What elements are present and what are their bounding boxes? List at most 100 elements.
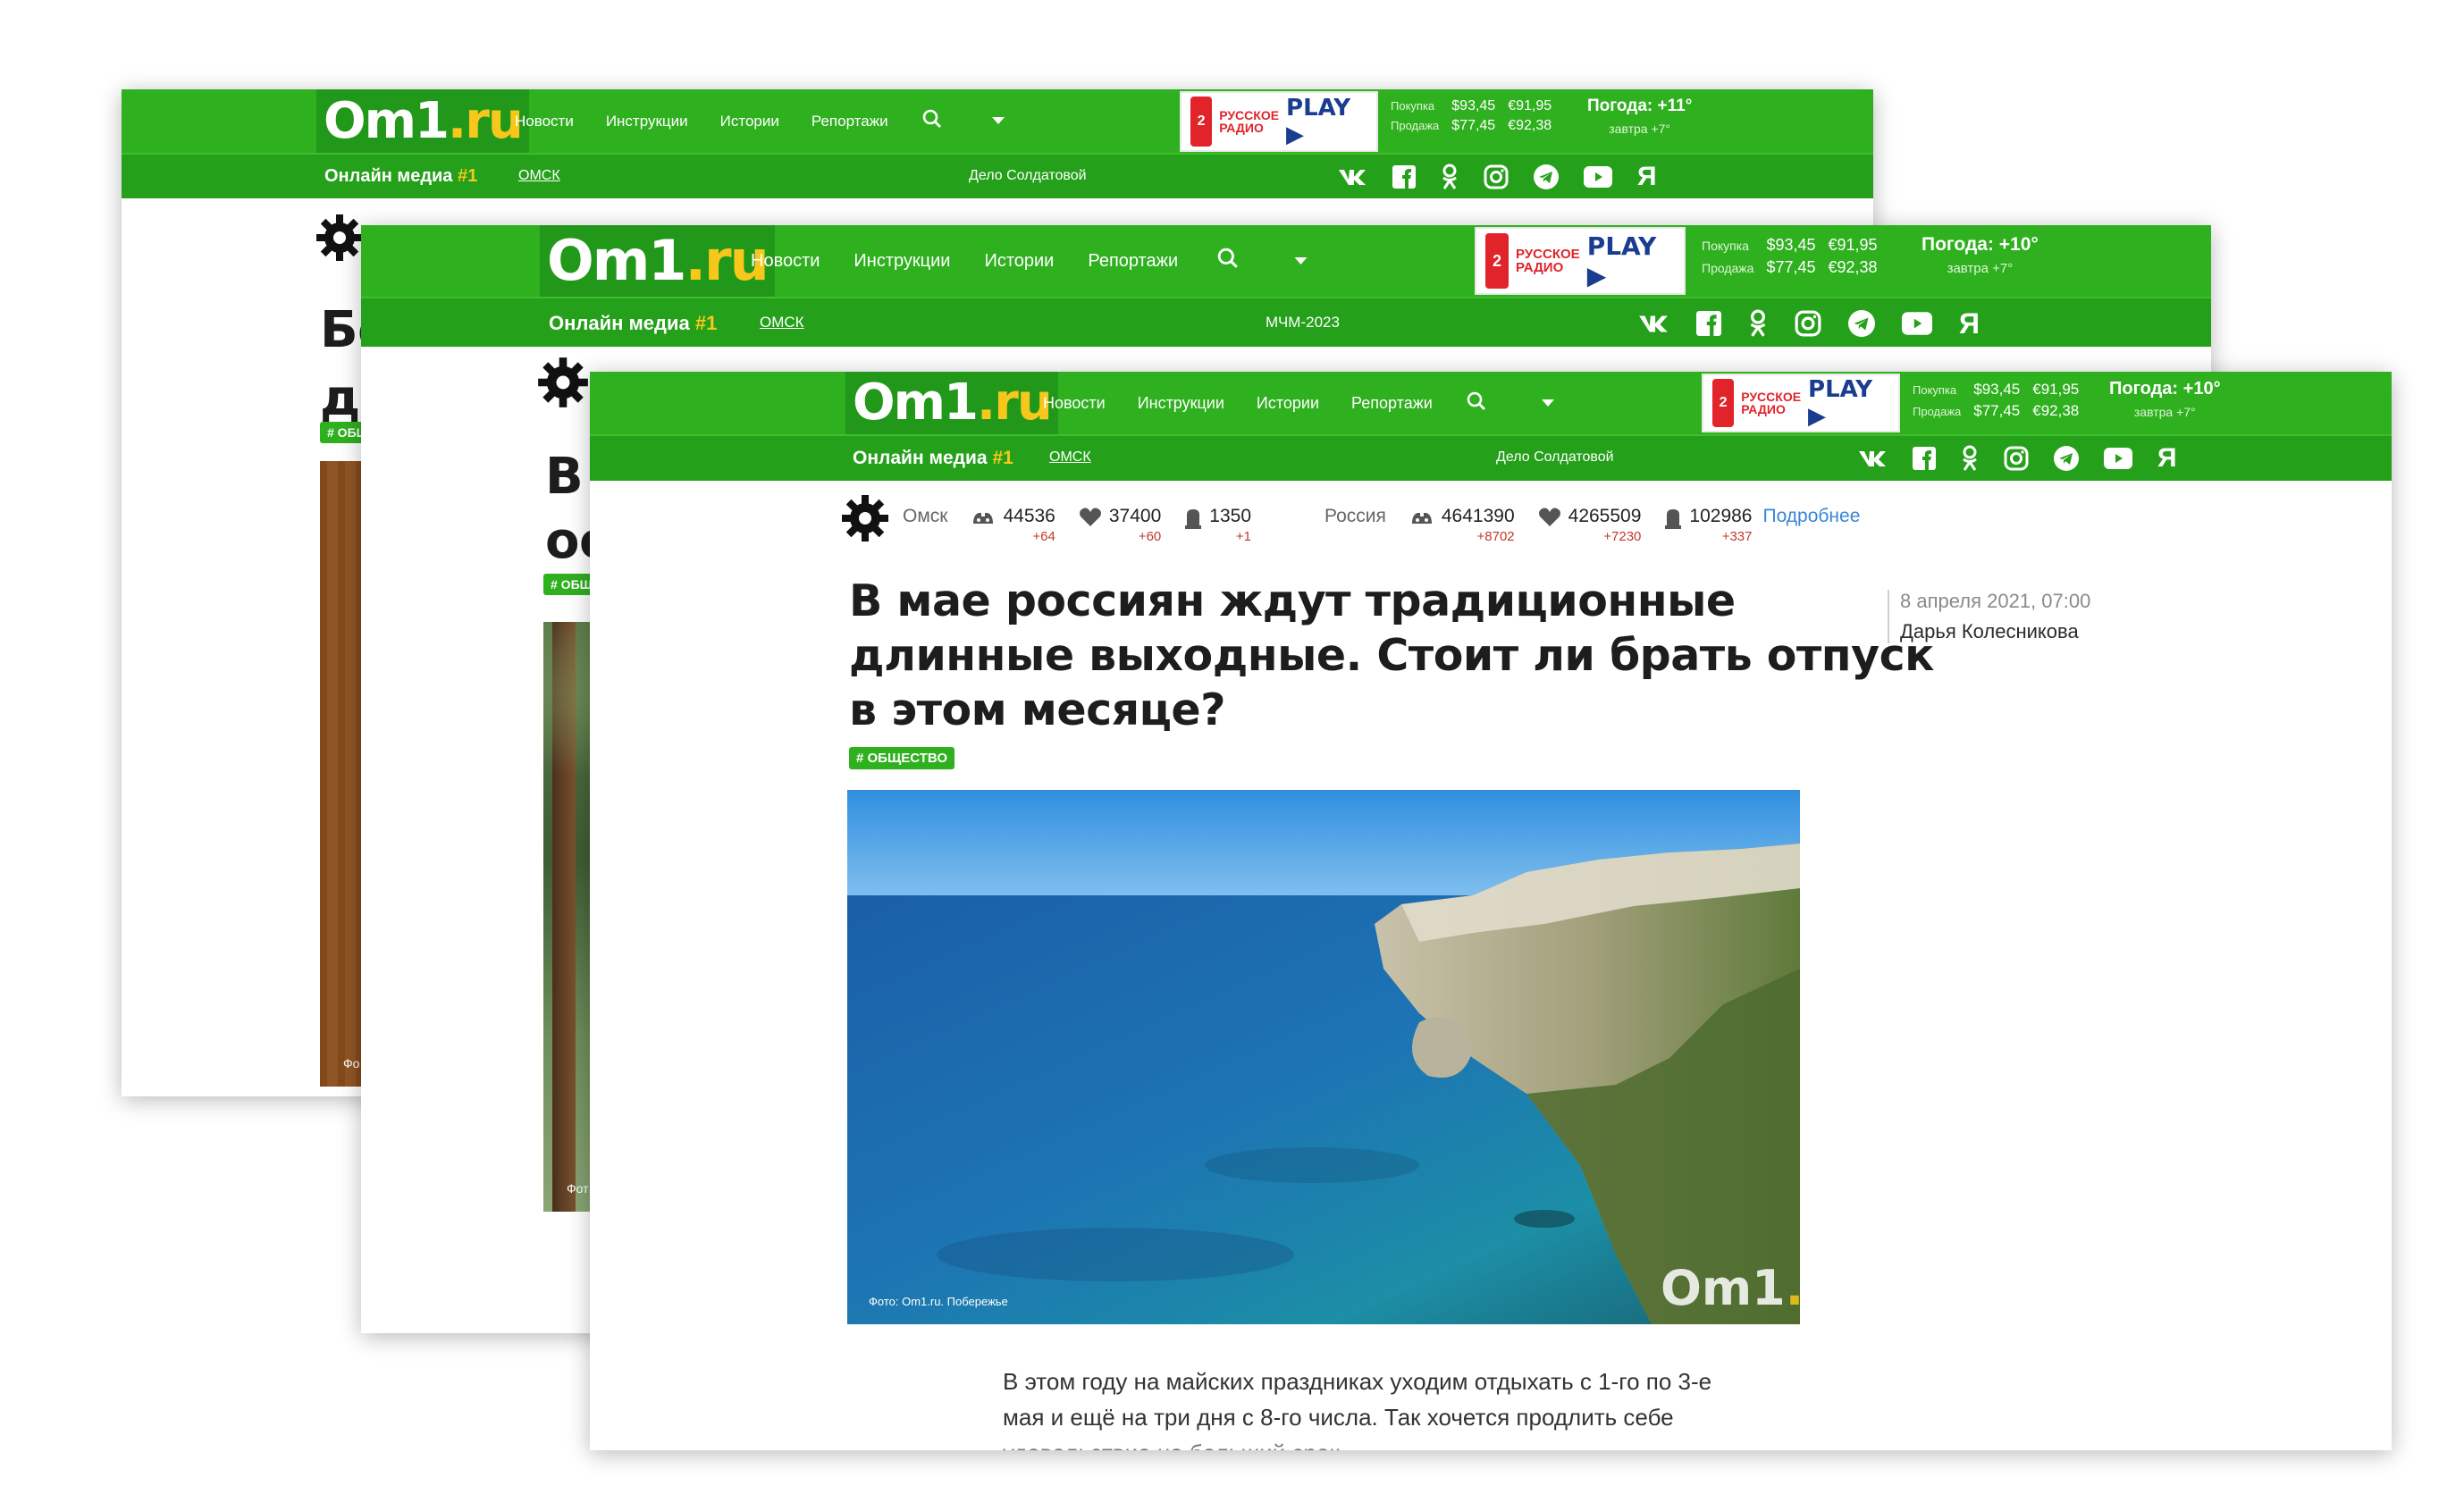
site-logo[interactable]: Om1 .ru [316,89,529,153]
city-selector[interactable]: ОМСК [760,314,804,332]
nav-reports[interactable]: Репортажи [1088,251,1178,272]
topic-link[interactable]: Дело Солдатовой [969,168,1087,184]
vk-icon[interactable] [1637,313,1669,334]
nav-news[interactable]: Новости [751,251,820,272]
header-top-bar: Om1 .ru Новости Инструкции Истории Репорт… [590,372,2392,434]
usd-buy: $93,45 [1766,236,1816,254]
weather-today: Погода: +10° [1922,234,2039,255]
yandex-icon[interactable]: Я [2157,445,2177,472]
radio-banner[interactable]: 2 РУССКОЕ РАДИО PLAY ▶ [1180,91,1378,152]
header-sub-bar: Онлайн медиа #1 ОМСК Дело Солдатовой Я [122,153,1873,198]
radio-banner[interactable]: 2 РУССКОЕ РАДИО PLAY ▶ [1702,374,1900,432]
radio-logo: 2 [1190,97,1213,147]
topic-link[interactable]: МЧМ-2023 [1266,314,1340,332]
currency-rates: Покупка $93,45 €91,95 Продажа $77,45 €92… [1913,381,2079,420]
nav-howto[interactable]: Инструкции [606,113,688,130]
article-title: В мае россиян ждут традиционные длинные … [849,575,1934,735]
vk-icon[interactable] [1337,167,1367,187]
city-selector[interactable]: ОМСК [518,168,560,184]
main-nav: Новости Инструкции Истории Репортажи [515,89,1005,153]
nav-stories[interactable]: Истории [720,113,779,130]
telegram-icon[interactable] [2054,446,2079,471]
sea-cliff-photo: Om1.ru [847,790,1800,1324]
yandex-icon[interactable]: Я [1959,309,1980,338]
chevron-down-icon[interactable] [1541,394,1554,413]
weather-tomorrow: завтра +7° [1609,122,1671,136]
page-card-front: Om1 .ru Новости Инструкции Истории Репорт… [590,372,2392,1450]
nav-stories[interactable]: Истории [984,251,1054,272]
eur-buy: €91,95 [2032,381,2080,398]
virus-icon [973,513,994,524]
weather-widget[interactable]: Погода: +10° завтра +7° [2109,379,2221,419]
radio-play-label: PLAY ▶ [1808,376,1873,430]
search-icon[interactable] [1467,391,1486,416]
instagram-icon[interactable] [2004,446,2029,471]
stats-more-link[interactable]: Подробнее [1762,506,1860,527]
facebook-icon[interactable] [1392,165,1416,189]
eur-buy: €91,95 [1508,98,1552,113]
usd-sell: $77,45 [1973,402,2021,419]
radio-line1: РУССКОЕ [1741,390,1802,404]
youtube-icon[interactable] [1902,312,1932,335]
stats-city-label: Омск [903,506,948,526]
nav-news[interactable]: Новости [515,113,574,130]
odnoklassniki-icon[interactable] [1961,445,1979,472]
chevron-down-icon[interactable] [1294,251,1308,272]
odnoklassniki-icon[interactable] [1441,164,1459,190]
heart-icon [1538,508,1560,526]
article-photo: Om1.ru Фото: Om1.ru. Побережье [847,790,1800,1324]
nav-howto[interactable]: Инструкции [1138,394,1224,413]
nav-news[interactable]: Новости [1043,394,1106,413]
nav-stories[interactable]: Истории [1257,394,1319,413]
search-icon[interactable] [1217,248,1239,274]
topic-link[interactable]: Дело Солдатовой [1496,449,1614,466]
site-tagline: Онлайн медиа #1 [324,166,478,186]
usd-sell: $77,45 [1451,118,1496,133]
odnoklassniki-icon[interactable] [1748,309,1768,338]
eur-sell: €92,38 [1508,118,1552,133]
radio-play-label: PLAY ▶ [1586,231,1657,290]
radio-line1: РУССКОЕ [1516,247,1580,262]
eur-sell: €92,38 [2032,402,2080,419]
radio-banner[interactable]: 2 РУССКОЕ РАДИО PLAY ▶ [1475,227,1686,295]
stats-city-sick: 44536 +64 [971,506,1055,544]
buy-label: Покупка [1391,99,1435,113]
yandex-icon[interactable]: Я [1637,164,1657,190]
chevron-down-icon[interactable] [991,113,1005,130]
search-icon[interactable] [922,109,942,133]
photo-credit-back: Фо [343,1056,360,1070]
youtube-icon[interactable] [2104,448,2132,469]
main-nav: Новости Инструкции Истории Репортажи [1043,372,1554,434]
stats-country-recovered: 4265509 +7230 [1538,506,1641,544]
sell-label: Продажа [1702,261,1754,275]
facebook-icon[interactable] [1696,311,1721,336]
article-author[interactable]: Дарья Колесникова [1900,620,2090,643]
nav-reports[interactable]: Репортажи [1351,394,1433,413]
article-byline: 8 апреля 2021, 07:00 Дарья Колесникова [1888,590,2090,643]
weather-today: Погода: +10° [2109,379,2221,399]
telegram-icon[interactable] [1848,310,1875,337]
telegram-icon[interactable] [1534,164,1559,189]
vk-icon[interactable] [1857,449,1888,468]
site-logo[interactable]: Om1 .ru [540,225,775,297]
weather-widget[interactable]: Погода: +11° завтра +7° [1587,97,1692,136]
nav-reports[interactable]: Репортажи [812,113,888,130]
site-tagline: Онлайн медиа #1 [549,312,718,334]
facebook-icon[interactable] [1913,447,1936,470]
instagram-icon[interactable] [1484,164,1509,189]
main-nav: Новости Инструкции Истории Репортажи [751,225,1308,297]
weather-widget[interactable]: Погода: +10° завтра +7° [1922,234,2039,276]
screenshot-stage: Om1 .ru Новости Инструкции Истории Репорт… [0,0,2464,1486]
nav-howto[interactable]: Инструкции [854,251,950,272]
eur-buy: €91,95 [1828,236,1878,254]
article-date: 8 апреля 2021, 07:00 [1900,590,2091,612]
article-tag[interactable]: # ОБЩЕСТВО [849,747,954,769]
header-top-bar: Om1 .ru Новости Инструкции Истории Репорт… [122,89,1873,153]
site-logo[interactable]: Om1 .ru [845,372,1058,434]
sell-label: Продажа [1391,119,1440,132]
youtube-icon[interactable] [1584,166,1612,188]
header-sub-bar: Онлайн медиа #1 ОМСК Дело Солдатовой Я [590,434,2392,481]
city-selector[interactable]: ОМСК [1049,449,1091,466]
instagram-icon[interactable] [1795,310,1821,337]
photo-credit-middle: Фот [567,1181,589,1196]
